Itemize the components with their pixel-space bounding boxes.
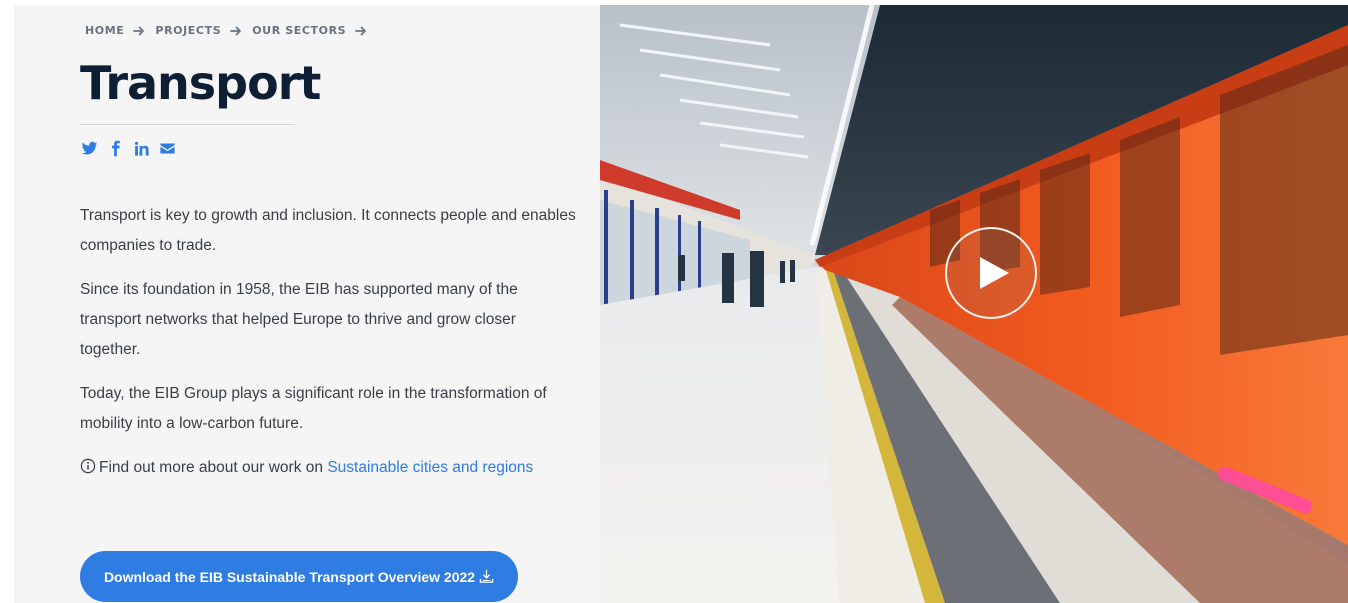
download-overview-button[interactable]: Download the EIB Sustainable Transport O… [80, 551, 518, 602]
download-overview-label: Download the EIB Sustainable Transport O… [103, 568, 476, 585]
intro-paragraph-1: Transport is key to growth and inclusion… [80, 207, 576, 254]
arrow-right-icon [230, 25, 242, 37]
play-icon [980, 257, 1009, 289]
breadcrumb-projects[interactable]: PROJECTS [155, 24, 221, 37]
breadcrumb-home[interactable]: HOME [85, 24, 124, 37]
intro-paragraph-3: Today, the EIB Group plays a significant… [80, 385, 547, 432]
arrow-right-icon [133, 25, 145, 37]
share-bar [80, 139, 184, 157]
twitter-icon[interactable] [80, 139, 98, 157]
page-title: Transport [80, 56, 321, 110]
sustainable-cities-link[interactable]: Sustainable cities and regions [327, 459, 533, 476]
email-icon[interactable] [158, 139, 176, 157]
download-icon [479, 569, 494, 583]
title-divider [80, 124, 295, 125]
arrow-right-icon [355, 25, 367, 37]
content-panel: HOME PROJECTS OUR SECTORS Transport Tran… [14, 5, 600, 603]
linkedin-icon[interactable] [132, 139, 150, 157]
intro-paragraph-2: Since its foundation in 1958, the EIB ha… [80, 281, 518, 358]
breadcrumb-our-sectors[interactable]: OUR SECTORS [252, 24, 346, 37]
play-button[interactable] [945, 227, 1037, 319]
facebook-icon[interactable] [106, 139, 124, 157]
breadcrumb: HOME PROJECTS OUR SECTORS [85, 24, 377, 37]
intro-text: Transport is key to growth and inclusion… [80, 201, 580, 497]
find-out-more: Find out more about our work on Sustaina… [80, 453, 580, 483]
find-out-more-text: Find out more about our work on [99, 459, 324, 476]
info-icon [80, 458, 96, 474]
hero-video[interactable] [600, 5, 1348, 603]
